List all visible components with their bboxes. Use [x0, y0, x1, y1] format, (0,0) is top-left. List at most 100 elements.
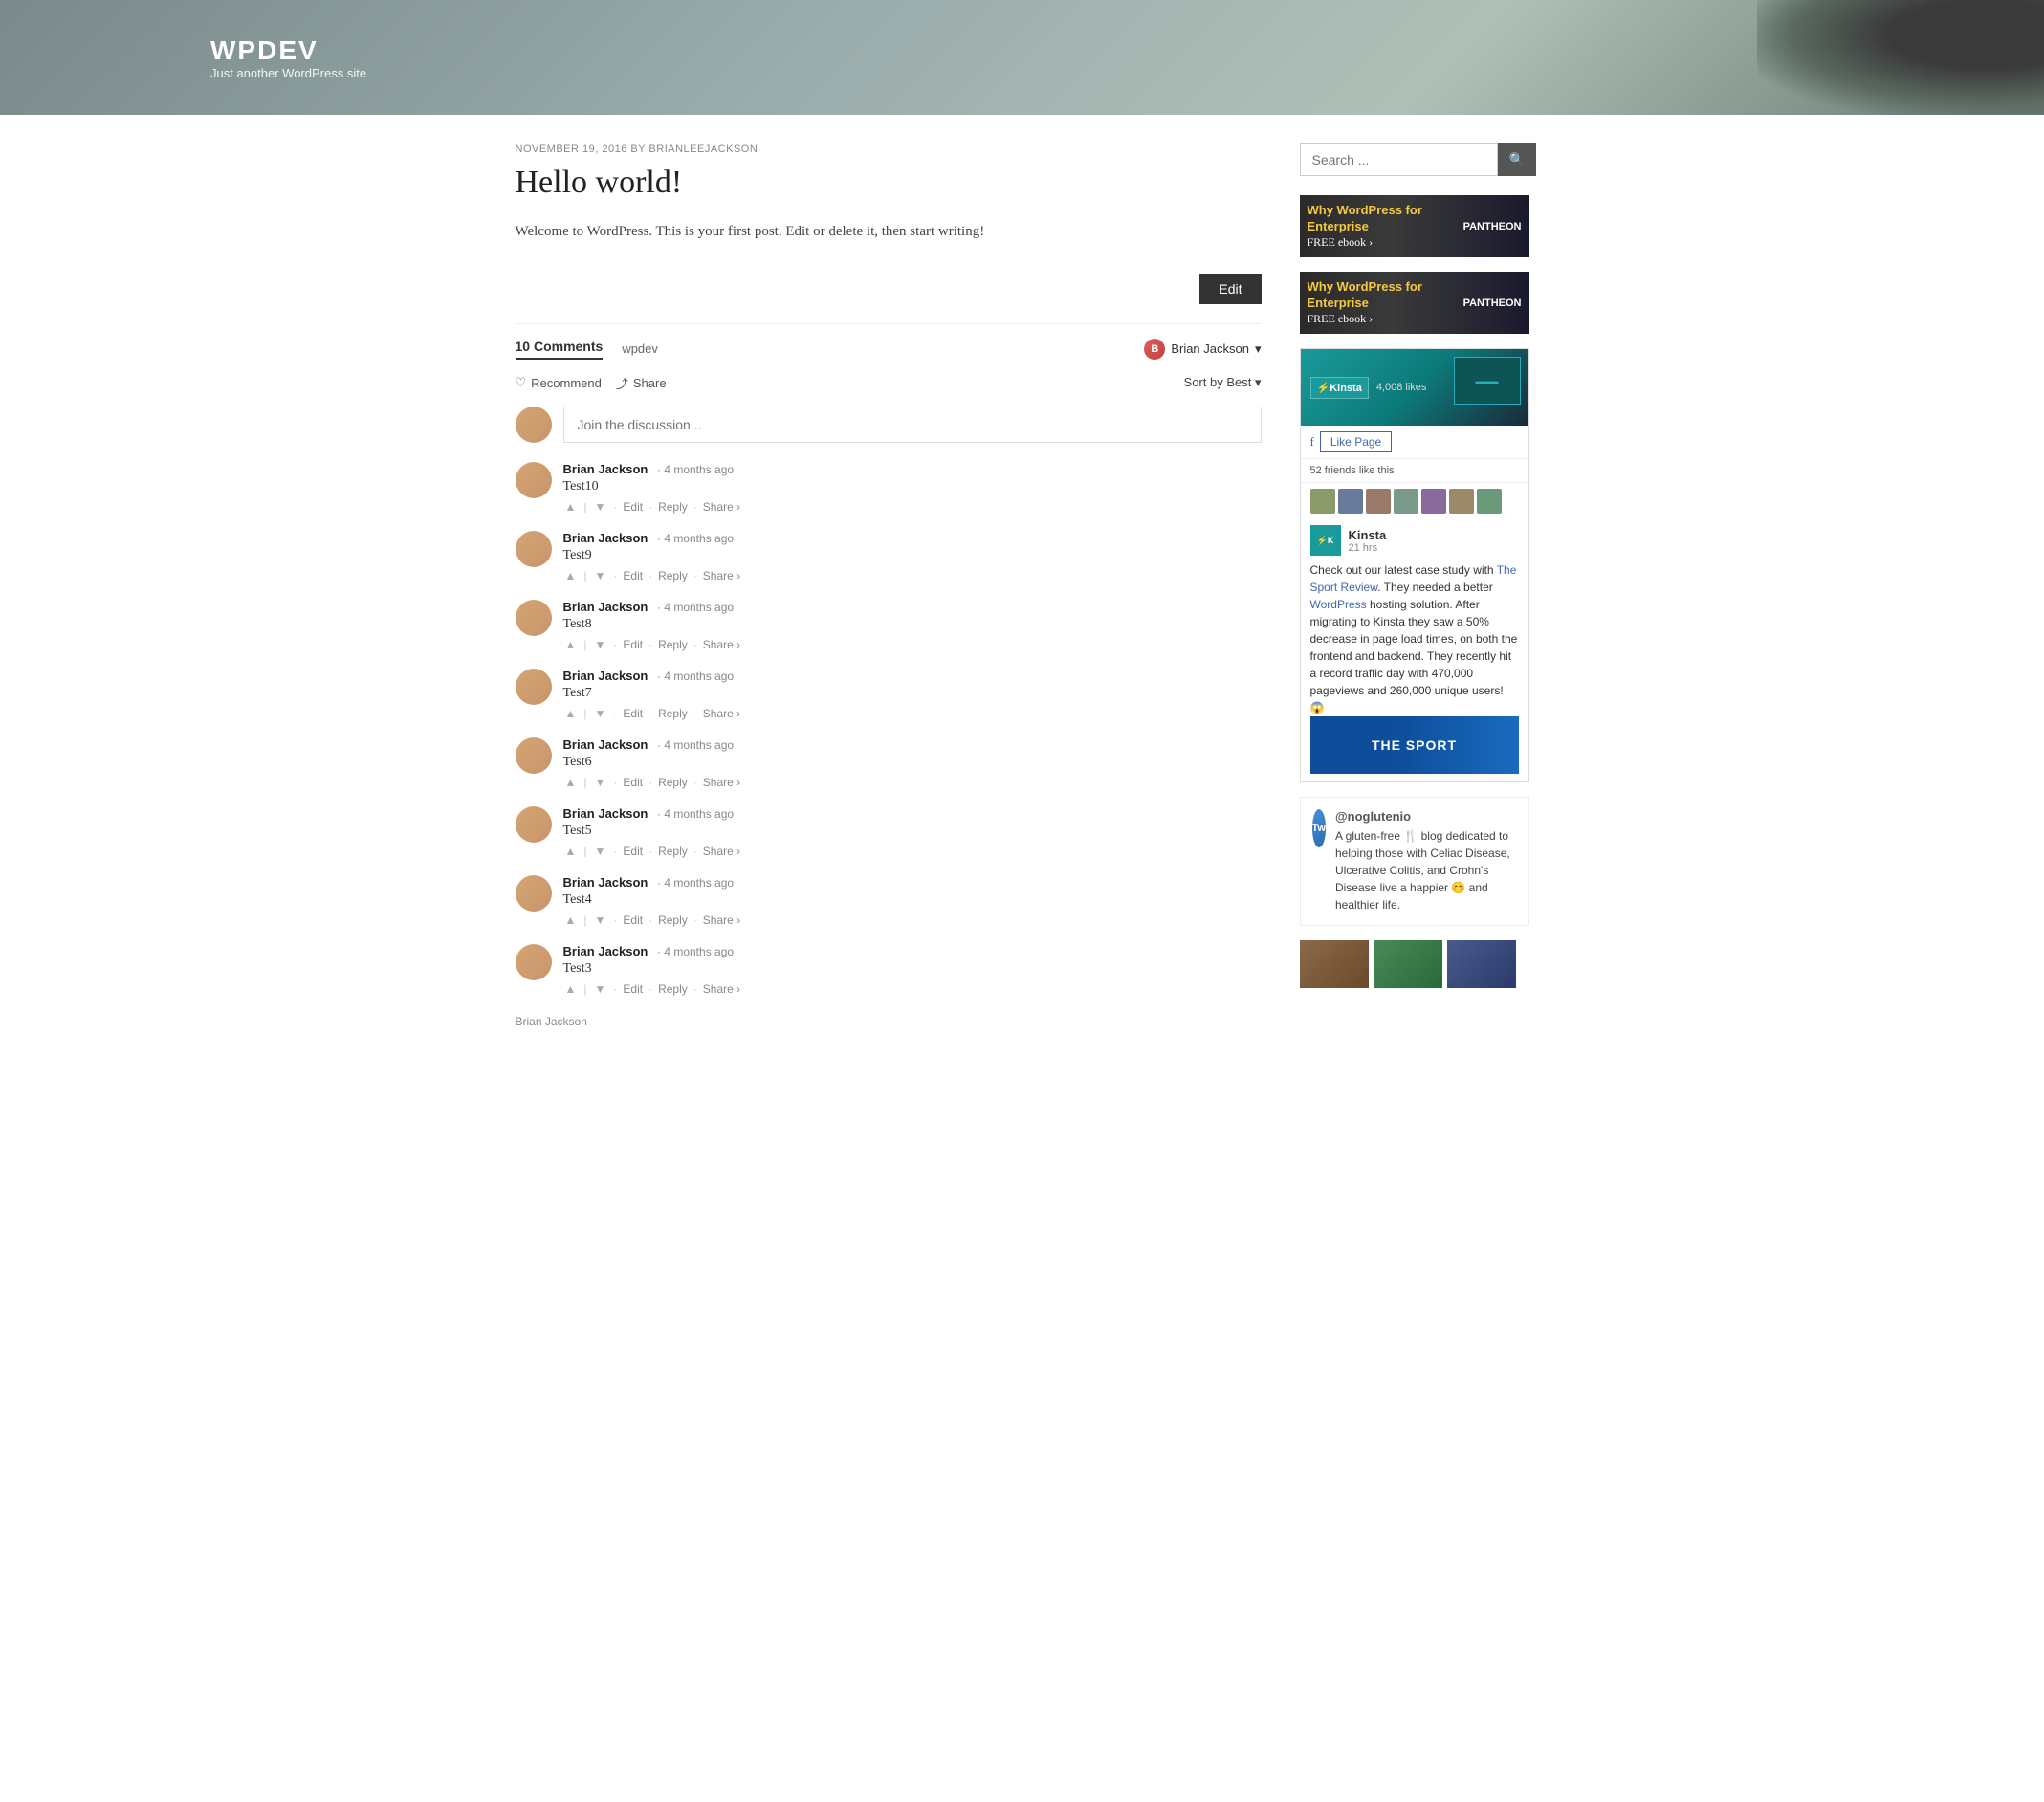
comment-share-button[interactable]: Share ›	[703, 500, 740, 514]
post-title: Hello world!	[516, 165, 1262, 201]
comment-actions: ▲ | ▼ · Edit · Reply · Share ›	[563, 500, 1262, 514]
comment-edit-button[interactable]: Edit	[623, 776, 643, 789]
fb-friends-avatars	[1301, 483, 1528, 517]
discussion-input[interactable]	[563, 407, 1262, 443]
comment-body: Brian Jackson · 4 months ago Test5 ▲ | ▼…	[563, 806, 1262, 858]
upvote-button[interactable]: ▲	[563, 776, 579, 789]
upvote-button[interactable]: ▲	[563, 569, 579, 582]
action-sep: ·	[613, 913, 617, 927]
friend-avatar-5	[1421, 489, 1446, 514]
twitter-widget: Tw @noglutenio A gluten-free 🍴 blog dedi…	[1300, 797, 1529, 926]
comment-share-button[interactable]: Share ›	[703, 845, 740, 858]
comment-edit-button[interactable]: Edit	[623, 569, 643, 582]
comment-text: Test3	[563, 961, 1262, 977]
downvote-button[interactable]: ▼	[593, 776, 608, 789]
comment-time: · 4 months ago	[657, 532, 734, 545]
comment-item: Brian Jackson · 4 months ago Test3 ▲ | ▼…	[516, 944, 1262, 996]
user-dropdown-icon[interactable]: ▾	[1255, 341, 1262, 357]
user-badge[interactable]: B Brian Jackson ▾	[1144, 339, 1261, 360]
comment-body: Brian Jackson · 4 months ago Test3 ▲ | ▼…	[563, 944, 1262, 996]
comment-share-button[interactable]: Share ›	[703, 707, 740, 720]
twitter-handle[interactable]: @noglutenio	[1335, 809, 1517, 824]
vote-sep: |	[583, 982, 586, 996]
comment-time: · 4 months ago	[657, 807, 734, 821]
comment-edit-button[interactable]: Edit	[623, 707, 643, 720]
upvote-button[interactable]: ▲	[563, 638, 579, 651]
fb-post-text: Check out our latest case study with The…	[1310, 561, 1519, 716]
upvote-button[interactable]: ▲	[563, 707, 579, 720]
downvote-button[interactable]: ▼	[593, 707, 608, 720]
vote-sep: |	[583, 776, 586, 789]
sidebar-image-1[interactable]	[1300, 940, 1369, 988]
comment-text: Test8	[563, 617, 1262, 632]
search-button[interactable]: 🔍	[1498, 143, 1537, 176]
sidebar-banner-2[interactable]: Why WordPress for Enterprise FREE ebook …	[1300, 272, 1529, 334]
upvote-button[interactable]: ▲	[563, 845, 579, 858]
upvote-button[interactable]: ▲	[563, 500, 579, 514]
downvote-button[interactable]: ▼	[593, 569, 608, 582]
banner1-cta: FREE ebook ›	[1308, 235, 1463, 250]
fb-like-page-button[interactable]: Like Page	[1320, 431, 1392, 452]
banner1-logo: PANTHEON	[1463, 221, 1522, 232]
edit-button[interactable]: Edit	[1199, 274, 1261, 304]
comment-share-button[interactable]: Share ›	[703, 913, 740, 927]
comment-reply-button[interactable]: Reply	[658, 569, 688, 582]
comment-meta: Brian Jackson · 4 months ago	[563, 462, 1262, 476]
comment-edit-button[interactable]: Edit	[623, 638, 643, 651]
downvote-button[interactable]: ▼	[593, 638, 608, 651]
recommend-button[interactable]: ♡ Recommend	[516, 375, 602, 390]
recommend-label: Recommend	[531, 376, 602, 390]
downvote-button[interactable]: ▼	[593, 500, 608, 514]
action-sep2: ·	[648, 500, 652, 514]
upvote-button[interactable]: ▲	[563, 982, 579, 996]
comment-body: Brian Jackson · 4 months ago Test6 ▲ | ▼…	[563, 737, 1262, 789]
comment-avatar	[516, 737, 552, 774]
comment-edit-button[interactable]: Edit	[623, 845, 643, 858]
comment-reply-button[interactable]: Reply	[658, 638, 688, 651]
sidebar-image-3[interactable]	[1447, 940, 1516, 988]
share-button[interactable]: ⤴ Share	[616, 374, 667, 392]
downvote-button[interactable]: ▼	[593, 845, 608, 858]
comment-actions: ▲ | ▼ · Edit · Reply · Share ›	[563, 913, 1262, 927]
comment-edit-button[interactable]: Edit	[623, 500, 643, 514]
comment-share-button[interactable]: Share ›	[703, 638, 740, 651]
fb-post: ⚡K Kinsta 21 hrs Check out our latest ca…	[1301, 517, 1528, 781]
vote-sep: |	[583, 845, 586, 858]
comment-text: Test10	[563, 479, 1262, 494]
fb-link-sport[interactable]: The Sport Review	[1310, 563, 1517, 594]
comment-reply-button[interactable]: Reply	[658, 982, 688, 996]
friend-avatar-7	[1477, 489, 1502, 514]
comment-meta: Brian Jackson · 4 months ago	[563, 944, 1262, 958]
comment-edit-button[interactable]: Edit	[623, 913, 643, 927]
fb-like-bar: f Like Page	[1301, 426, 1528, 459]
comment-actions: ▲ | ▼ · Edit · Reply · Share ›	[563, 776, 1262, 789]
comment-reply-button[interactable]: Reply	[658, 845, 688, 858]
logged-in-user: Brian Jackson	[1171, 341, 1249, 356]
comment-body: Brian Jackson · 4 months ago Test8 ▲ | ▼…	[563, 600, 1262, 651]
comment-reply-button[interactable]: Reply	[658, 913, 688, 927]
facebook-widget: ⚡Kinsta 4,008 likes ▬▬▬ f Like Page 52 f…	[1300, 348, 1529, 782]
comment-author: Brian Jackson	[563, 462, 648, 476]
comment-share-button[interactable]: Share ›	[703, 776, 740, 789]
comment-list: Brian Jackson · 4 months ago Test10 ▲ | …	[516, 462, 1262, 996]
sidebar-image-2[interactable]	[1374, 940, 1442, 988]
downvote-button[interactable]: ▼	[593, 913, 608, 927]
comment-reply-button[interactable]: Reply	[658, 776, 688, 789]
downvote-button[interactable]: ▼	[593, 982, 608, 996]
sort-button[interactable]: Sort by Best ▾	[1184, 375, 1262, 390]
upvote-button[interactable]: ▲	[563, 913, 579, 927]
site-title[interactable]: WPDEV	[210, 35, 366, 66]
sidebar-banner-1[interactable]: Why WordPress for Enterprise FREE ebook …	[1300, 195, 1529, 257]
fb-link-wp[interactable]: WordPress	[1310, 598, 1367, 611]
comment-share-button[interactable]: Share ›	[703, 569, 740, 582]
search-input[interactable]	[1300, 143, 1498, 176]
comment-text: Test5	[563, 824, 1262, 839]
comment-share-button[interactable]: Share ›	[703, 982, 740, 996]
sidebar: 🔍 Why WordPress for Enterprise FREE eboo…	[1300, 143, 1529, 1028]
comment-reply-button[interactable]: Reply	[658, 500, 688, 514]
comment-reply-button[interactable]: Reply	[658, 707, 688, 720]
comment-author: Brian Jackson	[563, 875, 648, 890]
comment-time: · 4 months ago	[657, 945, 734, 958]
current-user-avatar	[516, 407, 552, 443]
comment-edit-button[interactable]: Edit	[623, 982, 643, 996]
